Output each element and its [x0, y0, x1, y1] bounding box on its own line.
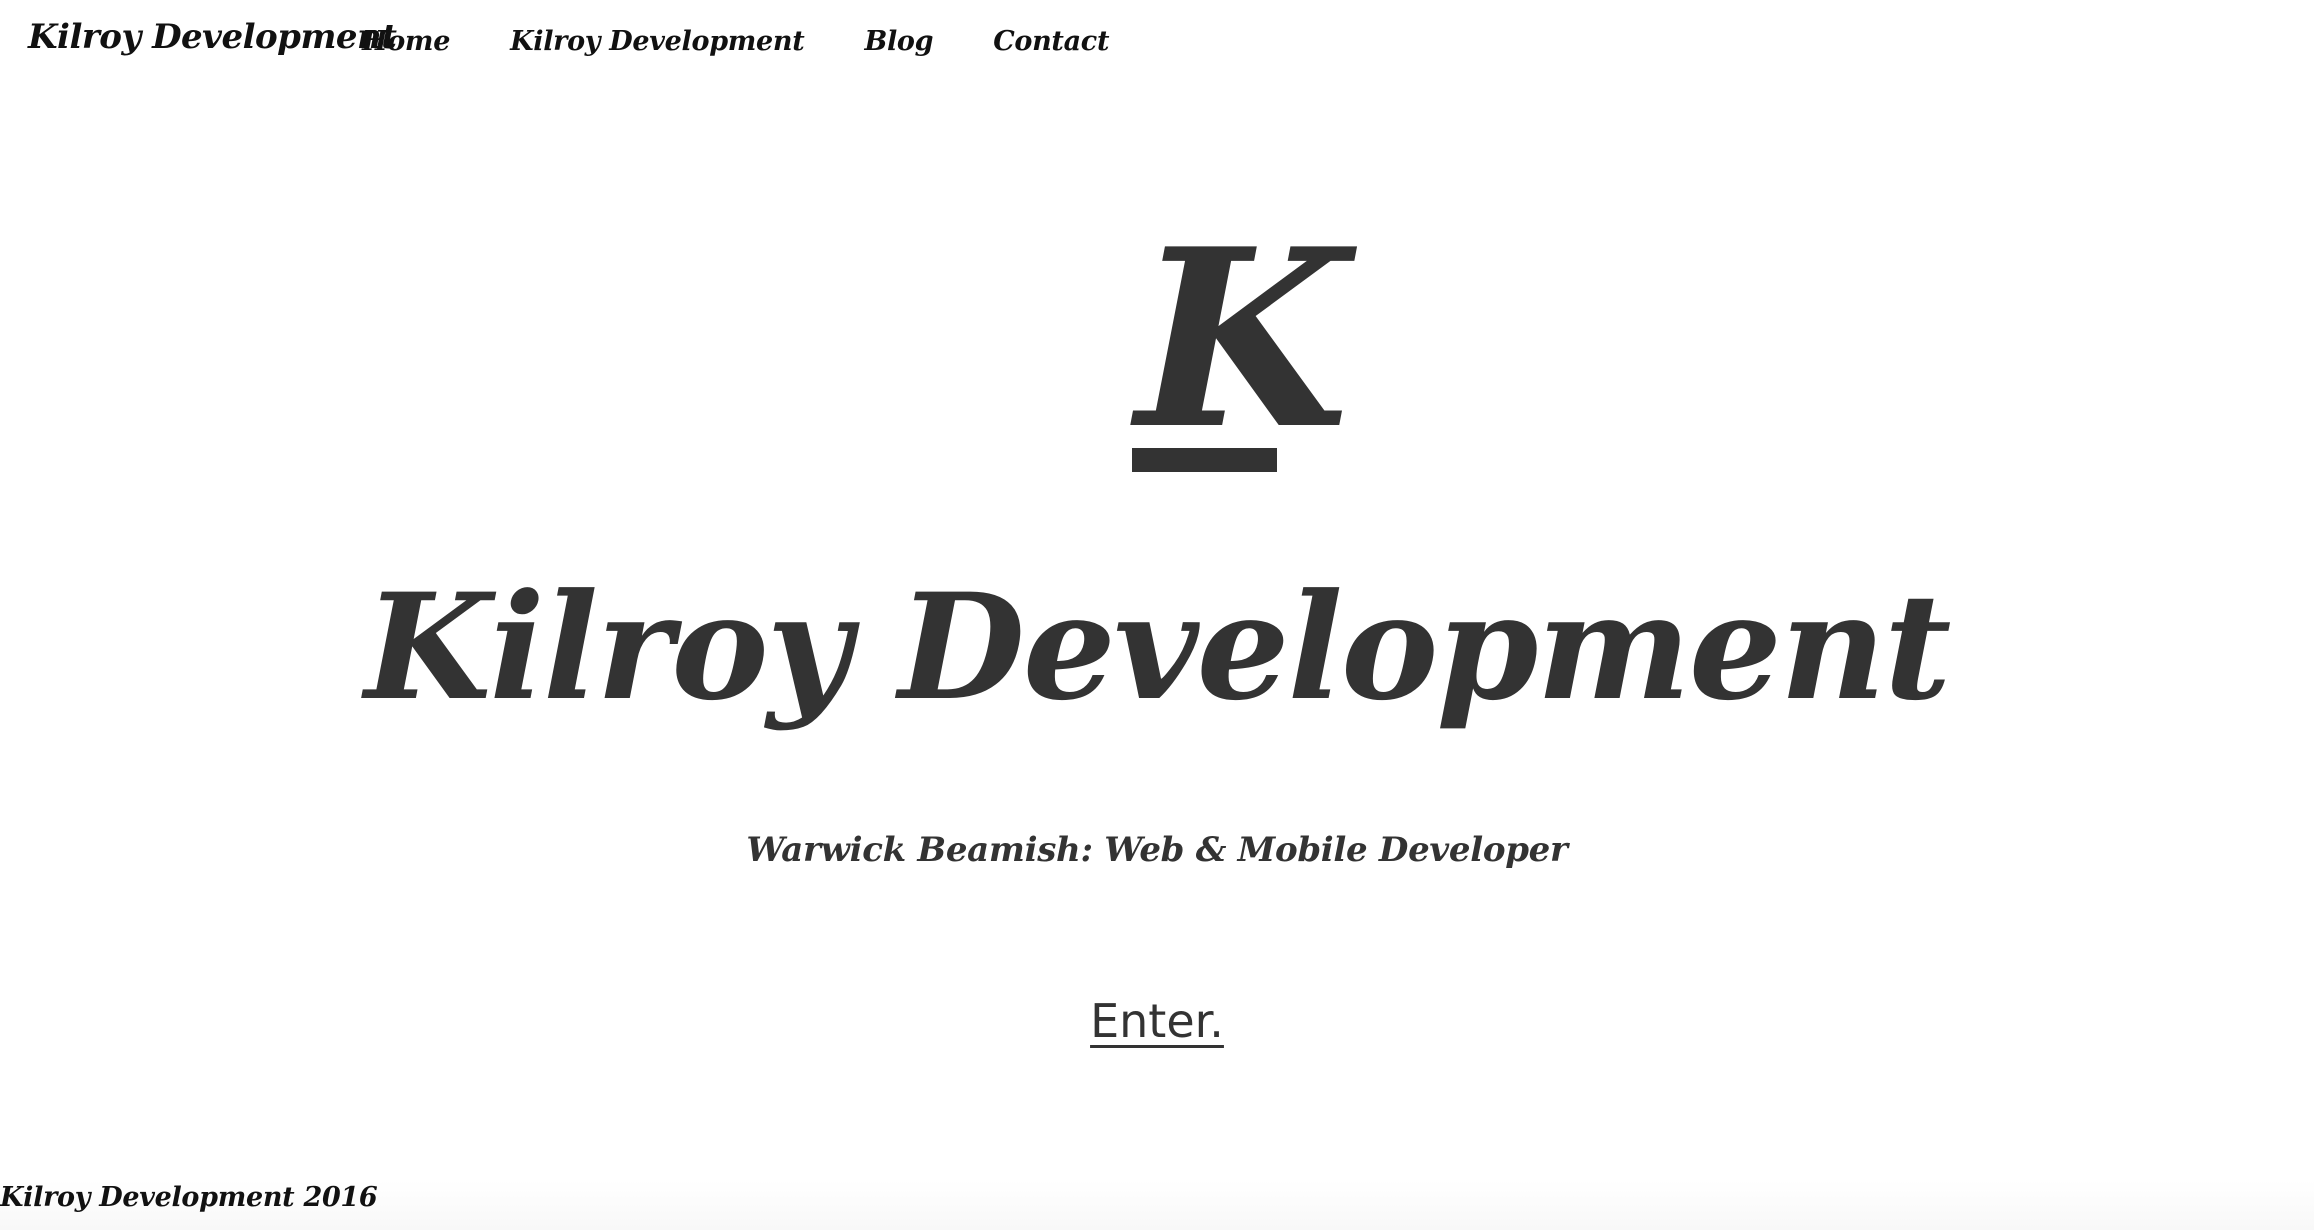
nav-item-blog[interactable]: Blog — [864, 28, 933, 55]
site-header: Kilroy Development Home Kilroy Developme… — [0, 0, 2314, 92]
enter-link[interactable]: Enter. — [1090, 994, 1224, 1048]
enter-link-wrapper: Enter. — [0, 996, 2314, 1047]
footer-text: Kilroy Development 2016 — [0, 1182, 378, 1213]
logo-underline — [1132, 448, 1277, 472]
nav-item-contact[interactable]: Contact — [993, 28, 1109, 55]
brand-link[interactable]: Kilroy Development — [28, 20, 397, 54]
k-logo-icon: K — [1132, 217, 1349, 475]
main-nav: Home Kilroy Development Blog Contact — [362, 28, 1109, 55]
hero-subtitle: Warwick Beamish: Web & Mobile Developer — [746, 830, 1568, 870]
nav-item-kilroy-development[interactable]: Kilroy Development — [510, 28, 805, 55]
logo-letter: K — [1136, 195, 1349, 483]
nav-item-home[interactable]: Home — [362, 28, 450, 55]
hero-title: Kilroy Development — [364, 562, 1952, 733]
